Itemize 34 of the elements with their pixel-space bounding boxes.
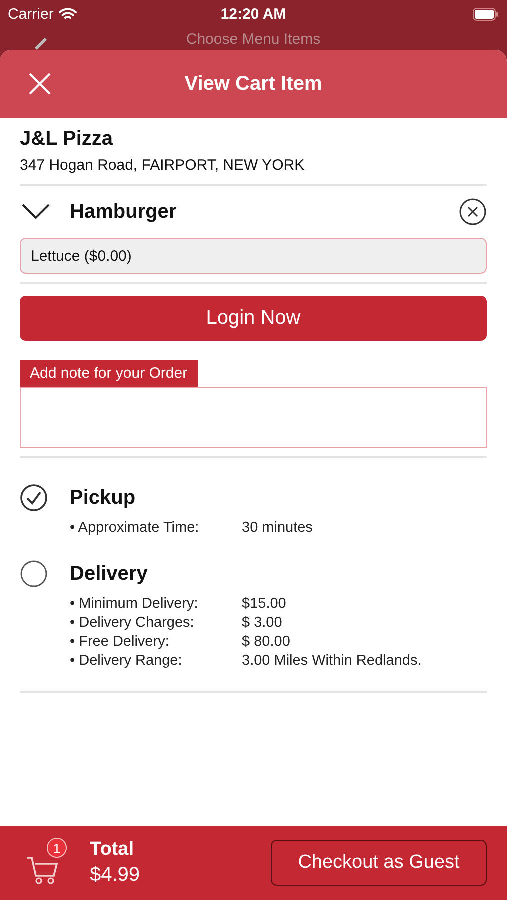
detail-value: 3.00 Miles Within Redlands. [242, 653, 422, 669]
chevron-icon[interactable] [22, 204, 50, 220]
option-field: Lettuce ($0.00) [20, 238, 487, 274]
page-title: Choose Menu Items [186, 30, 321, 50]
close-button[interactable] [28, 72, 52, 96]
detail-label: • Delivery Charges: [70, 615, 196, 631]
carrier-label: Carrier [8, 6, 54, 22]
detail-value: 30 minutes [242, 520, 313, 536]
battery-icon [473, 8, 499, 20]
radio-circle-icon[interactable] [20, 560, 48, 588]
wifi-icon [58, 8, 77, 20]
cart-count-badge: 1 [47, 838, 67, 858]
item-name: Hamburger [70, 200, 177, 224]
note-label: Add note for your Order [20, 360, 198, 387]
login-button[interactable]: Login Now [20, 296, 487, 341]
detail-value: $ 3.00 [242, 615, 284, 631]
detail-label: • Free Delivery: [70, 634, 170, 650]
detail-value: $15.00 [242, 596, 288, 612]
status-time: 12:20 AM [220, 6, 286, 22]
detail-label: • Minimum Delivery: [70, 596, 200, 612]
restaurant-address: 347 Hogan Road, FAIRPORT, NEW YORK [20, 157, 306, 174]
order-type-name: Delivery [70, 562, 148, 586]
total-value: $4.99 [90, 864, 140, 887]
remove-icon[interactable] [459, 198, 487, 226]
detail-label: • Delivery Range: [70, 653, 184, 669]
detail-value: $ 80.00 [242, 634, 292, 650]
total-label: Total [90, 839, 135, 861]
restaurant-name: J&L Pizza [20, 128, 114, 151]
detail-label: • Approximate Time: [70, 520, 200, 536]
sheet-title: View Cart Item [184, 72, 322, 96]
check-circle-icon[interactable] [20, 484, 48, 512]
note-field[interactable] [20, 387, 487, 448]
order-type-name: Pickup [70, 486, 136, 510]
checkout-button[interactable]: Checkout as Guest [271, 840, 487, 886]
